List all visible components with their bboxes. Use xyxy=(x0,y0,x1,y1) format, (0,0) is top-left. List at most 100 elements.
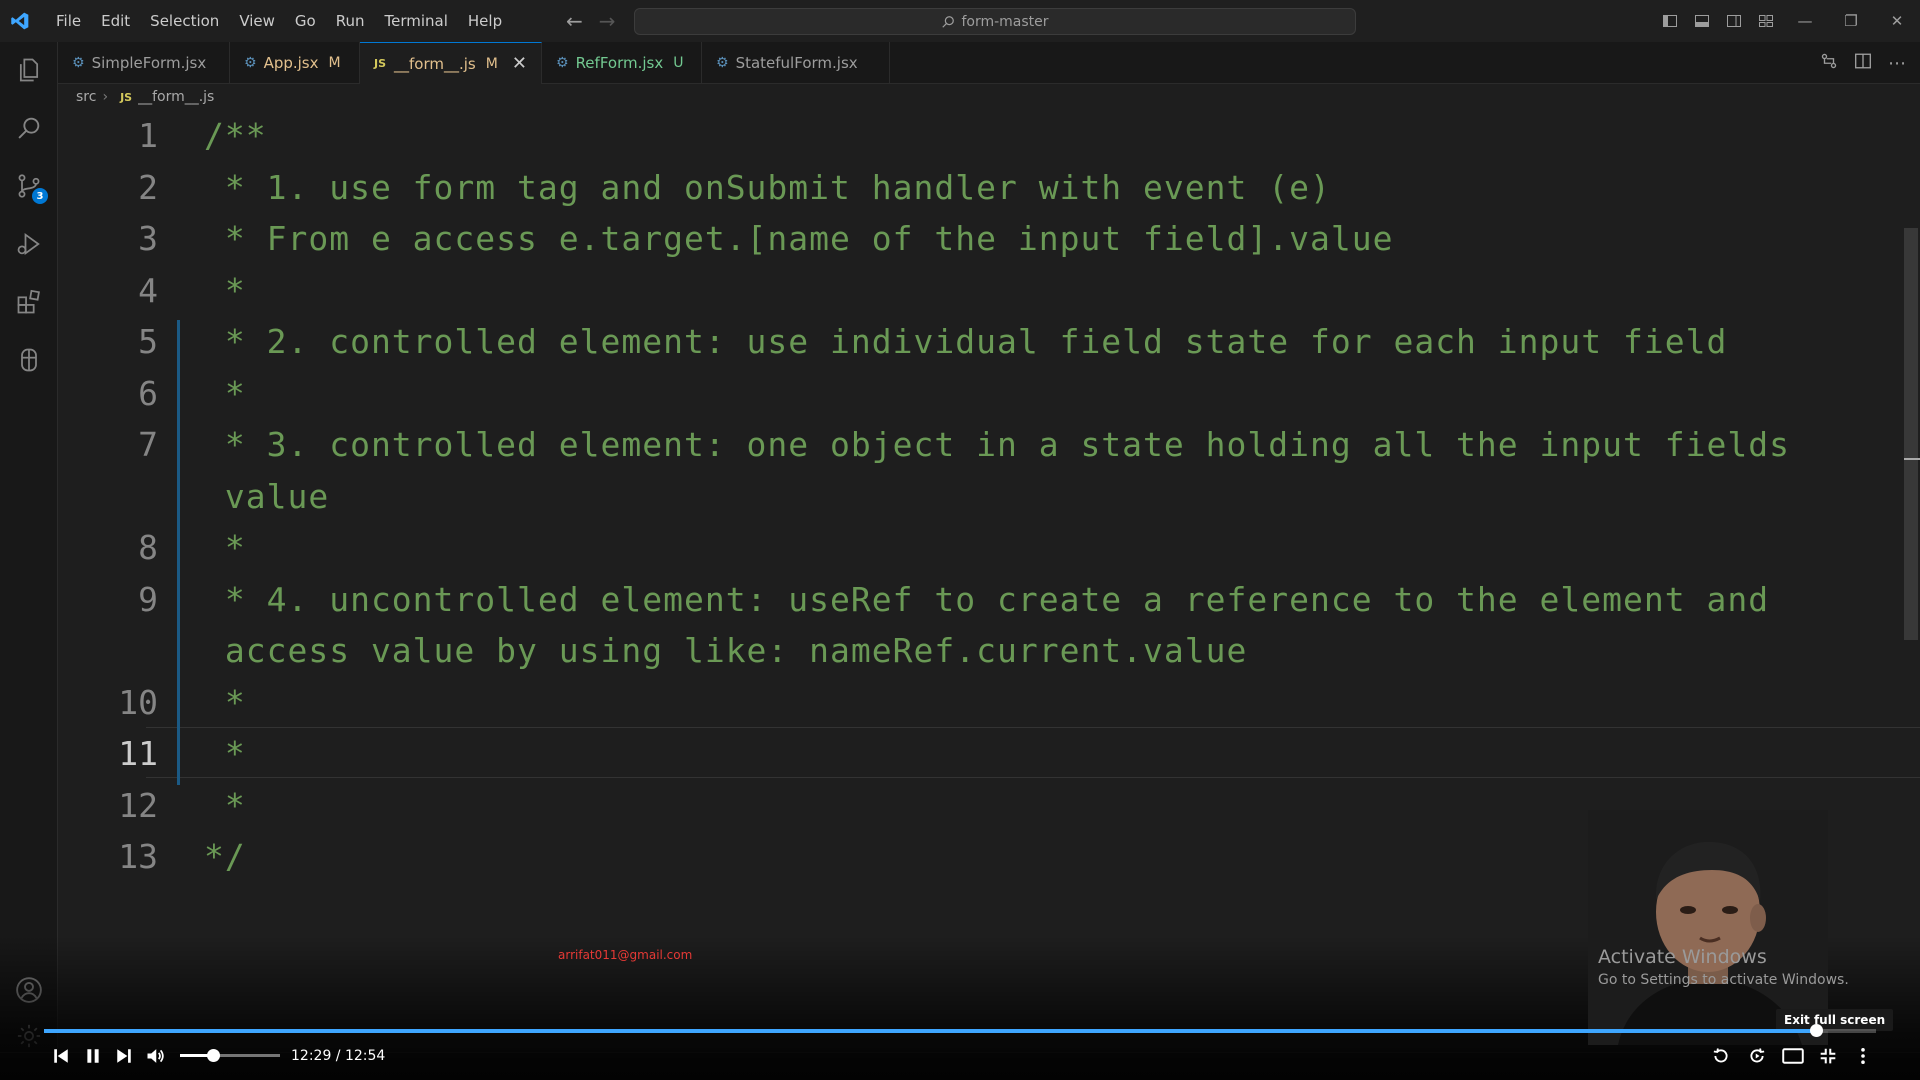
activity-bar: 3 xyxy=(0,42,58,1062)
exit-fullscreen-icon[interactable] xyxy=(1813,1038,1843,1074)
previous-icon[interactable] xyxy=(46,1038,76,1074)
video-time: 12:29 / 12:54 xyxy=(291,1048,386,1064)
code-line-wrapped: access value by using like: nameRef.curr… xyxy=(58,625,1904,677)
vscode-logo-icon xyxy=(0,0,40,42)
tab-refform[interactable]: ⚙ RefForm.jsx U xyxy=(542,42,702,84)
volume-icon[interactable] xyxy=(140,1038,170,1074)
code-line-current: 11 * xyxy=(58,728,1904,780)
menu-run[interactable]: Run xyxy=(326,0,375,42)
breadcrumb: src › JS __form__.js xyxy=(76,86,214,108)
editor-tab-bar: ⚙ SimpleForm.jsx ⚙ App.jsx M JS __form__… xyxy=(58,42,1920,84)
code-text: access value by using like: nameRef.curr… xyxy=(204,631,1248,670)
code-text: * xyxy=(204,528,246,567)
tab-label: StatefulForm.jsx xyxy=(735,54,858,72)
volume-slider[interactable] xyxy=(180,1049,280,1062)
breadcrumb-file[interactable]: __form__.js xyxy=(138,89,214,105)
vscode-window: File Edit Selection View Go Run Terminal… xyxy=(0,0,1920,1080)
more-options-icon[interactable] xyxy=(1848,1038,1878,1074)
tab-app[interactable]: ⚙ App.jsx M xyxy=(230,42,360,84)
code-line: 1 /** xyxy=(58,110,1904,162)
code-text: value xyxy=(204,476,330,516)
code-line: 5 * 2. controlled element: use individua… xyxy=(58,316,1904,368)
restore-icon[interactable]: ❐ xyxy=(1828,0,1874,42)
tab-statefulform[interactable]: ⚙ StatefulForm.jsx xyxy=(702,42,890,84)
more-actions-icon[interactable]: ⋯ xyxy=(1888,53,1906,74)
tab-simpleform[interactable]: ⚙ SimpleForm.jsx xyxy=(58,42,230,84)
toggle-secondary-sidebar-icon[interactable] xyxy=(1718,0,1750,42)
code-line: 2 * 1. use form tag and onSubmit handler… xyxy=(58,162,1904,214)
code-text: * 1. use form tag and onSubmit handler w… xyxy=(204,167,1331,207)
search-icon[interactable] xyxy=(0,100,58,156)
tab-label: App.jsx xyxy=(263,54,319,72)
code-text: * xyxy=(204,785,246,825)
menu-edit[interactable]: Edit xyxy=(91,0,140,42)
close-icon[interactable]: ✕ xyxy=(512,53,527,74)
minimize-icon[interactable]: — xyxy=(1782,0,1828,42)
code-text: */ xyxy=(204,837,246,876)
customize-layout-icon[interactable] xyxy=(1750,0,1782,42)
tab-label: __form__.js xyxy=(394,54,476,73)
menu-help[interactable]: Help xyxy=(458,0,512,42)
code-text: /** xyxy=(204,116,267,155)
react-file-icon: ⚙ xyxy=(556,55,569,71)
toggle-primary-sidebar-icon[interactable] xyxy=(1654,0,1686,42)
next-icon[interactable] xyxy=(109,1038,139,1074)
code-text: * xyxy=(204,682,246,722)
line-number: 8 xyxy=(138,528,158,567)
menu-file[interactable]: File xyxy=(46,0,91,42)
code-line: 4 * xyxy=(58,265,1904,317)
editor-scrollbar-thumb[interactable] xyxy=(1904,228,1918,640)
activate-title: Activate Windows xyxy=(1598,946,1767,968)
line-number: 10 xyxy=(118,682,158,722)
autoplay-icon[interactable] xyxy=(1742,1038,1772,1074)
line-number: 11 xyxy=(118,734,158,773)
forward-arrow-icon[interactable]: → xyxy=(599,9,616,33)
source-control-icon[interactable]: 3 xyxy=(0,158,58,214)
video-progress-fill xyxy=(44,1029,1816,1033)
line-number: 12 xyxy=(118,785,158,825)
code-line-wrapped: value xyxy=(58,471,1904,523)
code-line: 6 * xyxy=(58,368,1904,420)
git-graph-icon[interactable] xyxy=(0,332,58,388)
menu-go[interactable]: Go xyxy=(285,0,326,42)
menu-view[interactable]: View xyxy=(229,0,285,42)
code-text: * 3. controlled element: one object in a… xyxy=(204,425,1790,464)
back-arrow-icon[interactable]: ← xyxy=(566,9,583,33)
pause-icon[interactable] xyxy=(78,1038,108,1074)
extensions-icon[interactable] xyxy=(0,274,58,330)
js-file-icon: JS xyxy=(374,57,387,70)
code-line: 8 * xyxy=(58,522,1904,574)
modified-indicator: M xyxy=(485,55,498,72)
line-number: 13 xyxy=(118,837,158,876)
search-icon xyxy=(942,15,955,28)
video-progress-bar[interactable] xyxy=(44,1024,1876,1037)
menu-selection[interactable]: Selection xyxy=(140,0,229,42)
line-number: 7 xyxy=(138,425,158,464)
tab-label: SimpleForm.jsx xyxy=(91,54,207,72)
replay-icon[interactable] xyxy=(1706,1038,1736,1074)
close-window-icon[interactable]: ✕ xyxy=(1874,0,1920,42)
split-editor-icon[interactable] xyxy=(1854,52,1872,74)
explorer-icon[interactable] xyxy=(0,42,58,98)
line-number: 6 xyxy=(138,373,158,413)
line-number: 5 xyxy=(138,322,158,361)
theater-mode-icon[interactable] xyxy=(1778,1038,1808,1074)
video-scrubber-handle[interactable] xyxy=(1809,1024,1823,1037)
open-changes-icon[interactable] xyxy=(1820,52,1838,74)
code-line: 3 * From e access e.target.[name of the … xyxy=(58,213,1904,265)
code-text: * 4. uncontrolled element: useRef to cre… xyxy=(204,579,1770,619)
tab-form-active[interactable]: JS __form__.js M ✕ xyxy=(360,42,542,84)
menu-terminal[interactable]: Terminal xyxy=(375,0,458,42)
react-file-icon: ⚙ xyxy=(716,55,729,71)
title-bar: File Edit Selection View Go Run Terminal… xyxy=(0,0,1920,42)
volume-handle[interactable] xyxy=(207,1049,220,1062)
command-center-search[interactable]: form-master xyxy=(634,8,1356,35)
breadcrumb-folder[interactable]: src xyxy=(76,89,96,105)
line-number: 2 xyxy=(138,167,158,207)
source-control-badge: 3 xyxy=(32,188,48,204)
line-number: 4 xyxy=(138,270,158,310)
code-text: * xyxy=(204,373,246,413)
run-debug-icon[interactable] xyxy=(0,216,58,272)
react-file-icon: ⚙ xyxy=(244,55,257,71)
toggle-panel-icon[interactable] xyxy=(1686,0,1718,42)
